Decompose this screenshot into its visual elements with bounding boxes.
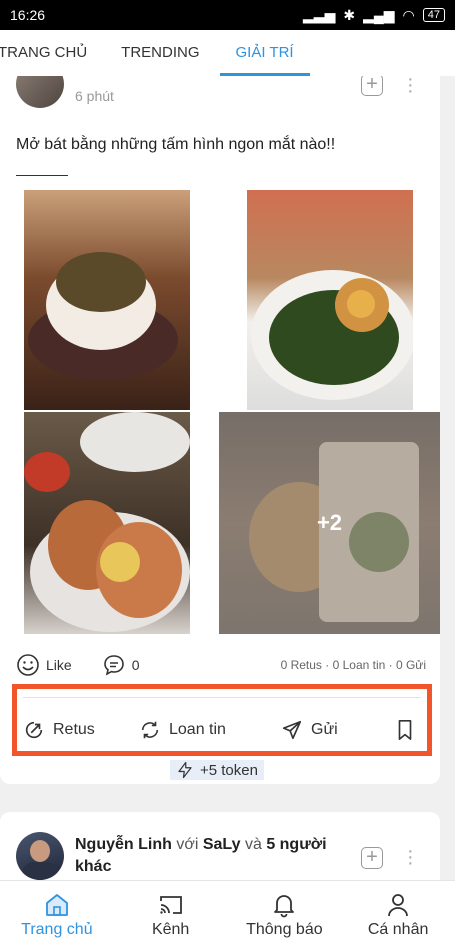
bottom-nav: Trang chủ Kênh Thông báo Cá nhân [0, 880, 455, 945]
like-label: Like [46, 657, 72, 673]
smiley-icon [17, 654, 39, 676]
nav-kenh[interactable]: Kênh [114, 881, 228, 945]
nav-trang-chu[interactable]: Trang chủ [0, 881, 114, 945]
more-options-icon[interactable]: · · · [407, 76, 414, 101]
nav-ca-nhan[interactable]: Cá nhân [341, 881, 455, 945]
top-tabs: TRANG CHỦ TRENDING GIẢI TRÍ [0, 30, 455, 76]
person-icon [388, 894, 409, 917]
loan-tin-button[interactable]: Loan tin [139, 719, 226, 741]
nav-label: Thông báo [246, 921, 323, 938]
gui-button[interactable]: Gửi [281, 719, 338, 741]
nav-label: Kênh [151, 921, 190, 938]
wifi-icon: ◠ [402, 6, 415, 23]
action-bar-highlight: Retus Loan tin Gửi [12, 684, 432, 756]
post-author: Nguyễn Linh với SaLy và 5 người khác [75, 834, 345, 878]
status-icons: ▂▃▅ ✱ ▂▄▆ ◠ 47 [303, 7, 445, 24]
status-time: 16:26 [10, 7, 46, 23]
cast-icon [159, 896, 182, 914]
lightning-icon [178, 761, 192, 779]
avatar[interactable] [16, 832, 64, 880]
retus-icon [25, 721, 43, 739]
token-badge: +5 token [170, 760, 264, 780]
post-photo[interactable] [247, 190, 413, 410]
signal-icon: ▂▃▅ [303, 6, 336, 23]
refresh-icon [141, 721, 159, 739]
reaction-row: Like 0 0 Retus · 0 Loan tin · 0 Gửi [16, 654, 426, 676]
nav-thong-bao[interactable]: Thông báo [228, 881, 342, 945]
retus-label: Retus [53, 721, 95, 738]
comment-count: 0 [131, 657, 140, 673]
post-text: Mở bát bằng những tấm hình ngon mắt nào!… [16, 136, 336, 153]
post-card: 6 phút + · · · Mở bát bằng những tấm hình … [0, 76, 440, 784]
status-bar: 16:26 ▂▃▅ ✱ ▂▄▆ ◠ 47 [0, 0, 455, 30]
bluetooth-icon: ✱ [343, 6, 356, 23]
token-label: +5 token [200, 761, 258, 779]
bell-icon [274, 895, 295, 918]
tab-trang-chu[interactable]: TRANG CHỦ [0, 30, 95, 76]
send-icon [282, 720, 302, 740]
nav-label: Cá nhân [367, 921, 429, 938]
post-time: 6 phút [75, 88, 114, 104]
home-icon [45, 894, 68, 916]
battery-indicator: 47 [422, 8, 445, 22]
author-name[interactable]: Nguyễn Linh [75, 836, 172, 853]
like-button[interactable]: Like [16, 653, 72, 677]
comment-icon [103, 655, 124, 676]
tab-trending[interactable]: TRENDING [113, 30, 207, 76]
more-photos-overlay[interactable]: +2 [219, 412, 440, 634]
retus-button[interactable]: Retus [23, 719, 95, 741]
tab-giai-tri[interactable]: GIẢI TRÍ [219, 30, 310, 76]
divider [23, 697, 421, 698]
gui-label: Gửi [311, 721, 338, 738]
post-photo[interactable] [24, 412, 190, 634]
add-button[interactable]: + [361, 76, 383, 96]
signal-bars-icon: ▂▄▆ [363, 6, 395, 23]
with-word: với [176, 836, 199, 853]
share-counts: 0 Retus · 0 Loan tin · 0 Gửi [280, 658, 426, 672]
with-name[interactable]: SaLy [203, 836, 241, 853]
add-button[interactable]: + [361, 847, 383, 869]
post-photo[interactable] [24, 190, 190, 410]
bookmark-button[interactable] [395, 719, 415, 741]
loan-tin-label: Loan tin [169, 721, 226, 738]
avatar[interactable] [16, 76, 64, 108]
comment-button[interactable]: 0 [102, 653, 140, 677]
bookmark-icon [398, 720, 412, 740]
more-options-icon[interactable]: · · · [407, 841, 414, 873]
nav-label: Trang chủ [21, 921, 93, 938]
divider [16, 175, 68, 176]
and-word: và [244, 836, 262, 853]
